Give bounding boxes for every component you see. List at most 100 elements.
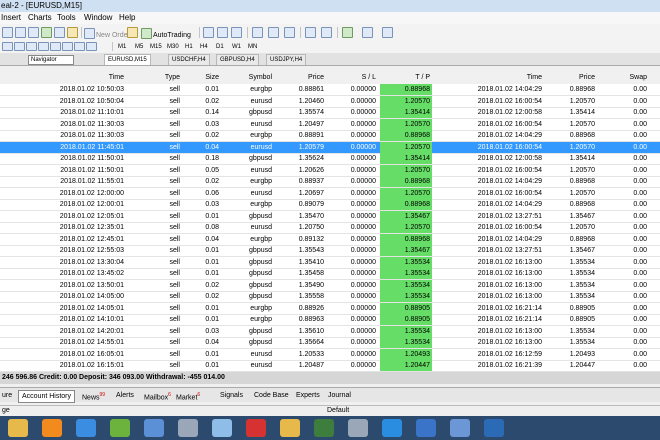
app-icon[interactable] [246, 419, 266, 437]
autotrading-button[interactable]: AutoTrading [141, 26, 191, 39]
table-row[interactable]: 2018.01.02 11:55:01 sell 0.02 eurgbp 0.88937… [0, 176, 660, 188]
tab-usdchf-h4[interactable]: USDCHF,H4 [168, 54, 210, 65]
tab-journal[interactable]: Journal [328, 390, 351, 401]
timeframe-h4[interactable]: H4 [200, 42, 208, 52]
tab-code-base[interactable]: Code Base [254, 390, 289, 401]
table-row[interactable]: 2018.01.02 10:50:03 sell 0.01 eurgbp 0.88861… [0, 84, 660, 96]
fbs-icon[interactable] [314, 419, 334, 437]
timeframe-m15[interactable]: M15 [150, 42, 162, 52]
zoom-out-icon[interactable] [268, 27, 279, 38]
navigator-icon[interactable] [54, 27, 65, 38]
table-row[interactable]: 2018.01.02 11:50:01 sell 0.18 gbpusd 1.35624… [0, 153, 660, 165]
tab-signals[interactable]: Signals [220, 390, 243, 401]
table-row[interactable]: 2018.01.02 13:30:04 sell 0.01 gbpusd 1.35410… [0, 256, 660, 269]
table-row[interactable]: 2018.01.02 14:05:01 sell 0.01 eurgbp 0.88926… [0, 302, 660, 315]
table-row[interactable]: 2018.01.02 16:05:01 sell 0.01 eurusd 1.20533… [0, 348, 660, 361]
candlestick-icon[interactable] [217, 27, 228, 38]
market-watch-icon[interactable] [28, 27, 39, 38]
new-chart-icon[interactable] [2, 27, 13, 38]
timeframe-mn[interactable]: MN [248, 42, 257, 52]
folder-icon[interactable] [8, 419, 28, 437]
column-header-close-price[interactable]: Price [546, 71, 597, 84]
column-header-size[interactable]: Size [185, 71, 221, 84]
text-icon[interactable] [62, 42, 73, 51]
column-header-type[interactable]: Type [146, 71, 182, 84]
column-header-sl[interactable]: S / L [328, 71, 378, 84]
timeframe-d1[interactable]: D1 [216, 42, 224, 52]
line-chart-icon[interactable] [231, 27, 242, 38]
media-player-icon[interactable] [42, 419, 62, 437]
table-row[interactable]: 2018.01.02 13:45:02 sell 0.01 gbpusd 1.35458… [0, 268, 660, 280]
table-row[interactable]: 2018.01.02 14:20:01 sell 0.03 gbpusd 1.35610… [0, 325, 660, 338]
menu-window[interactable]: Window [84, 13, 112, 22]
table-row[interactable]: 2018.01.02 12:00:01 sell 0.03 eurgbp 0.89079… [0, 199, 660, 211]
bird-icon[interactable] [450, 419, 470, 437]
table-row[interactable]: 2018.01.02 11:50:01 sell 0.05 eurusd 1.20626… [0, 164, 660, 177]
column-header-close-time[interactable]: Time [432, 71, 544, 84]
profiles-icon[interactable] [15, 27, 26, 38]
menu-charts[interactable]: Charts [28, 13, 52, 22]
column-header-time[interactable]: Time [0, 71, 126, 84]
column-header-symbol[interactable]: Symbol [226, 71, 274, 84]
notepad-icon[interactable] [144, 419, 164, 437]
column-header-price[interactable]: Price [276, 71, 326, 84]
table-row[interactable]: 2018.01.02 11:45:01 sell 0.04 eurusd 1.20579… [0, 141, 660, 154]
table-row[interactable]: 2018.01.02 14:05:00 sell 0.02 gbpusd 1.35558… [0, 291, 660, 303]
table-row[interactable]: 2018.01.02 14:10:01 sell 0.01 eurgbp 0.88963… [0, 314, 660, 326]
tab-alerts[interactable]: Alerts [116, 390, 134, 401]
menu-tools[interactable]: Tools [57, 13, 76, 22]
tab-ure[interactable]: ure [2, 390, 12, 401]
periods-icon[interactable] [362, 27, 373, 38]
tab-gbpusd-h4[interactable]: GBPUSD,H4 [216, 54, 259, 65]
auto-scroll-icon[interactable] [305, 27, 316, 38]
tab-eurusd-m15[interactable]: EURUSD,M15 [104, 54, 151, 65]
indicators-icon[interactable] [342, 27, 353, 38]
table-row[interactable]: 2018.01.02 16:15:01 sell 0.01 eurusd 1.20487… [0, 360, 660, 372]
monitor-icon[interactable] [212, 419, 232, 437]
tab-experts[interactable]: Experts [296, 390, 320, 401]
horizontal-line-icon[interactable] [26, 42, 37, 51]
utorrent-icon[interactable] [110, 419, 130, 437]
timeframe-m30[interactable]: M30 [167, 42, 179, 52]
menu-insert[interactable]: Insert [1, 13, 21, 22]
new-order-button[interactable]: New Order [84, 26, 130, 39]
timeframe-h1[interactable]: H1 [185, 42, 193, 52]
table-row[interactable]: 2018.01.02 14:55:01 sell 0.04 gbpusd 1.35664… [0, 337, 660, 349]
table-row[interactable]: 2018.01.02 12:00:00 sell 0.06 eurusd 1.20697… [0, 187, 660, 200]
vpn-icon[interactable] [416, 419, 436, 437]
table-row[interactable]: 2018.01.02 12:45:01 sell 0.04 eurgbp 0.89132… [0, 233, 660, 246]
templates-icon[interactable] [382, 27, 393, 38]
crosshair-icon[interactable] [2, 42, 13, 51]
table-row[interactable]: 2018.01.02 13:50:01 sell 0.02 gbpusd 1.35490… [0, 279, 660, 292]
app-icon[interactable] [484, 419, 504, 437]
metaeditor-icon[interactable] [127, 27, 138, 38]
label-icon[interactable] [74, 42, 85, 51]
tab-account-history[interactable]: Account History [18, 390, 76, 403]
table-row[interactable]: 2018.01.02 12:35:01 sell 0.08 eurusd 1.20750… [0, 222, 660, 234]
tab-news[interactable]: News99 [82, 390, 105, 401]
timeframe-m1[interactable]: M1 [118, 42, 126, 52]
timeframe-w1[interactable]: W1 [232, 42, 241, 52]
tab-usdjpy-h4[interactable]: USDJPY,H4 [266, 54, 307, 65]
calculator-icon[interactable] [178, 419, 198, 437]
table-row[interactable]: 2018.01.02 11:30:03 sell 0.02 eurgbp 0.88891… [0, 130, 660, 142]
chrome-icon[interactable] [76, 419, 96, 437]
chart-shift-icon[interactable] [321, 27, 332, 38]
zoom-in-icon[interactable] [252, 27, 263, 38]
skype-icon[interactable] [382, 419, 402, 437]
tab-market[interactable]: Market6 [176, 390, 200, 401]
channel-icon[interactable] [50, 42, 61, 51]
arrows-icon[interactable] [86, 42, 97, 51]
vertical-line-icon[interactable] [14, 42, 25, 51]
terminal-icon[interactable] [67, 27, 78, 38]
table-row[interactable]: 2018.01.02 11:30:03 sell 0.03 eurusd 1.20497… [0, 118, 660, 131]
metatrader-icon[interactable] [348, 419, 368, 437]
table-row[interactable]: 2018.01.02 11:10:01 sell 0.14 gbpusd 1.35574… [0, 107, 660, 119]
menu-help[interactable]: Help [119, 13, 135, 22]
column-header-tp[interactable]: T / P [380, 71, 432, 84]
timeframe-m5[interactable]: M5 [135, 42, 143, 52]
table-row[interactable]: 2018.01.02 12:55:03 sell 0.01 gbpusd 1.35543… [0, 245, 660, 257]
table-row[interactable]: 2018.01.02 12:05:01 sell 0.01 gbpusd 1.35470… [0, 210, 660, 223]
tab-mailbox[interactable]: Mailbox6 [144, 390, 171, 401]
bar-chart-icon[interactable] [203, 27, 214, 38]
